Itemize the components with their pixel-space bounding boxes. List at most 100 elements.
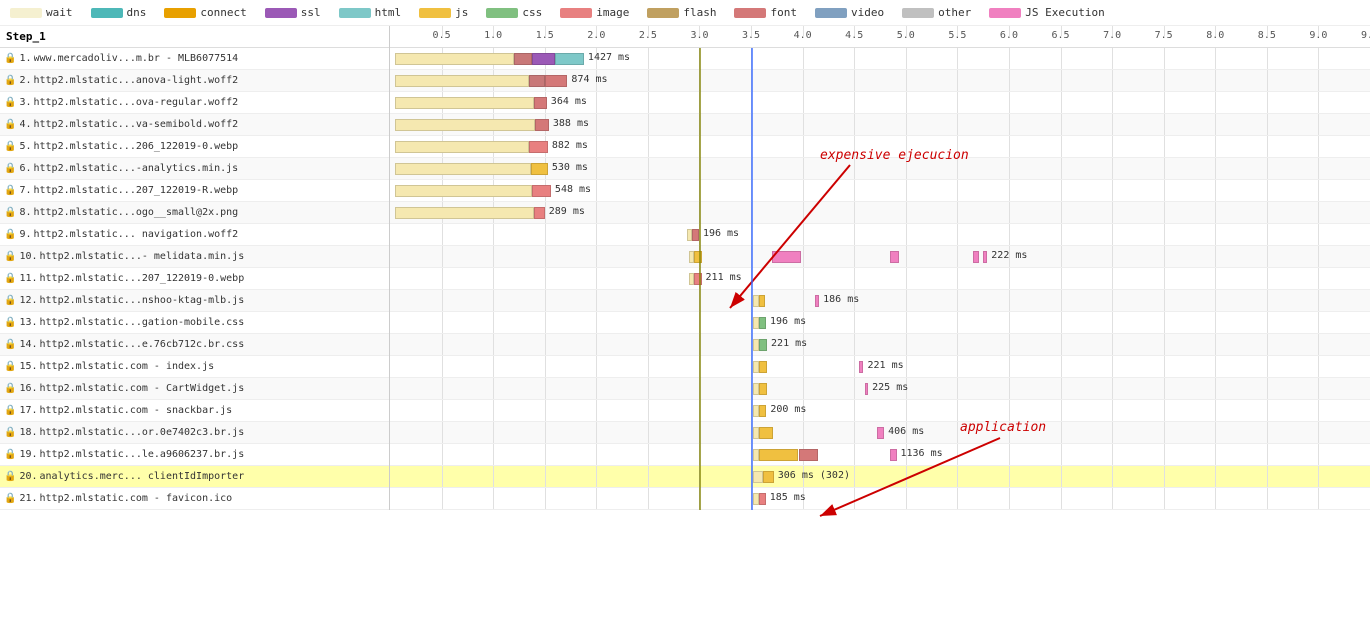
grid-line (957, 92, 958, 113)
grid-line (957, 334, 958, 355)
legend-other: other (902, 6, 971, 19)
grid-line (1267, 356, 1268, 377)
grid-line (906, 246, 907, 267)
grid-line (699, 224, 700, 245)
grid-line (803, 114, 804, 135)
grid-line (854, 26, 855, 36)
timing-bar (535, 119, 548, 131)
grid-line (1009, 466, 1010, 487)
waterfall-panel: 0.51.01.52.02.53.03.54.04.55.05.56.06.57… (390, 26, 1370, 510)
legend-label-connect: connect (200, 6, 246, 19)
grid-line (1318, 224, 1319, 245)
req-url: http2.mlstatic...ogo__small@2x.png (34, 207, 239, 218)
grid-line (442, 26, 443, 36)
grid-line (699, 70, 700, 91)
req-num: 10. (19, 251, 37, 262)
grid-line (906, 114, 907, 135)
grid-line (545, 422, 546, 443)
legend-font: font (734, 6, 797, 19)
grid-line (545, 466, 546, 487)
grid-line (751, 70, 752, 91)
jsexec-color (989, 8, 1021, 18)
table-row: 1427 ms (390, 48, 1370, 70)
grid-line (699, 312, 700, 333)
grid-line (1164, 466, 1165, 487)
request-list-body: 🔒1.www.mercadoliv...m.br - MLB6077514🔒2.… (0, 48, 389, 510)
req-num: 20. (19, 471, 37, 482)
req-url: http2.mlstatic...gation-mobile.css (40, 317, 245, 328)
grid-line (1318, 158, 1319, 179)
grid-line (1164, 356, 1165, 377)
grid-line (957, 488, 958, 509)
grid-line (751, 158, 752, 179)
grid-line (751, 26, 752, 36)
grid-line (648, 114, 649, 135)
grid-line (957, 48, 958, 69)
grid-line (1061, 224, 1062, 245)
table-row: 1136 ms (390, 444, 1370, 466)
grid-line (854, 378, 855, 399)
grid-line (442, 224, 443, 245)
grid-line (699, 422, 700, 443)
grid-line (803, 136, 804, 157)
table-row: 221 ms (390, 356, 1370, 378)
grid-line (493, 246, 494, 267)
grid-line (1318, 400, 1319, 421)
list-item: 🔒1.www.mercadoliv...m.br - MLB6077514 (0, 48, 389, 70)
legend-label-flash: flash (683, 6, 716, 19)
grid-line (1215, 444, 1216, 465)
grid-line (751, 290, 752, 311)
grid-line (1267, 180, 1268, 201)
grid-line (1164, 312, 1165, 333)
table-row: 200 ms (390, 400, 1370, 422)
table-row: 289 ms (390, 202, 1370, 224)
grid-line (1112, 92, 1113, 113)
step-header: Step_1 (0, 26, 389, 48)
grid-line (1318, 202, 1319, 223)
req-num: 19. (19, 449, 37, 460)
grid-line (803, 356, 804, 377)
time-label: 221 ms (867, 360, 903, 371)
grid-line (1215, 378, 1216, 399)
grid-line (957, 202, 958, 223)
grid-line (1112, 378, 1113, 399)
grid-line (596, 114, 597, 135)
table-row: 186 ms (390, 290, 1370, 312)
grid-line (545, 312, 546, 333)
grid-line (1318, 290, 1319, 311)
grid-line (906, 92, 907, 113)
grid-line (1112, 136, 1113, 157)
grid-line (1009, 488, 1010, 509)
list-item: 🔒2.http2.mlstatic...anova-light.woff2 (0, 70, 389, 92)
table-row: 874 ms (390, 70, 1370, 92)
grid-line (1215, 268, 1216, 289)
grid-line (751, 246, 752, 267)
list-item: 🔒7.http2.mlstatic...207_122019-R.webp (0, 180, 389, 202)
grid-line (1009, 26, 1010, 36)
grid-line (1009, 444, 1010, 465)
ssl-color (265, 8, 297, 18)
grid-line (699, 92, 700, 113)
req-num: 9. (19, 229, 31, 240)
grid-line (699, 444, 700, 465)
grid-line (1164, 158, 1165, 179)
grid-line (1009, 224, 1010, 245)
grid-line (1318, 334, 1319, 355)
grid-line (1267, 136, 1268, 157)
grid-line (1112, 114, 1113, 135)
grid-line (699, 400, 700, 421)
table-row: 211 ms (390, 268, 1370, 290)
legend-css: css (486, 6, 542, 19)
grid-line (648, 202, 649, 223)
timing-bar (395, 185, 532, 197)
timing-bar (772, 251, 801, 263)
grid-line (1061, 290, 1062, 311)
grid-line (854, 400, 855, 421)
legend-image: image (560, 6, 629, 19)
grid-line (957, 246, 958, 267)
req-num: 12. (19, 295, 37, 306)
grid-line (545, 444, 546, 465)
grid-line (1164, 444, 1165, 465)
grid-line (803, 158, 804, 179)
grid-line (803, 180, 804, 201)
